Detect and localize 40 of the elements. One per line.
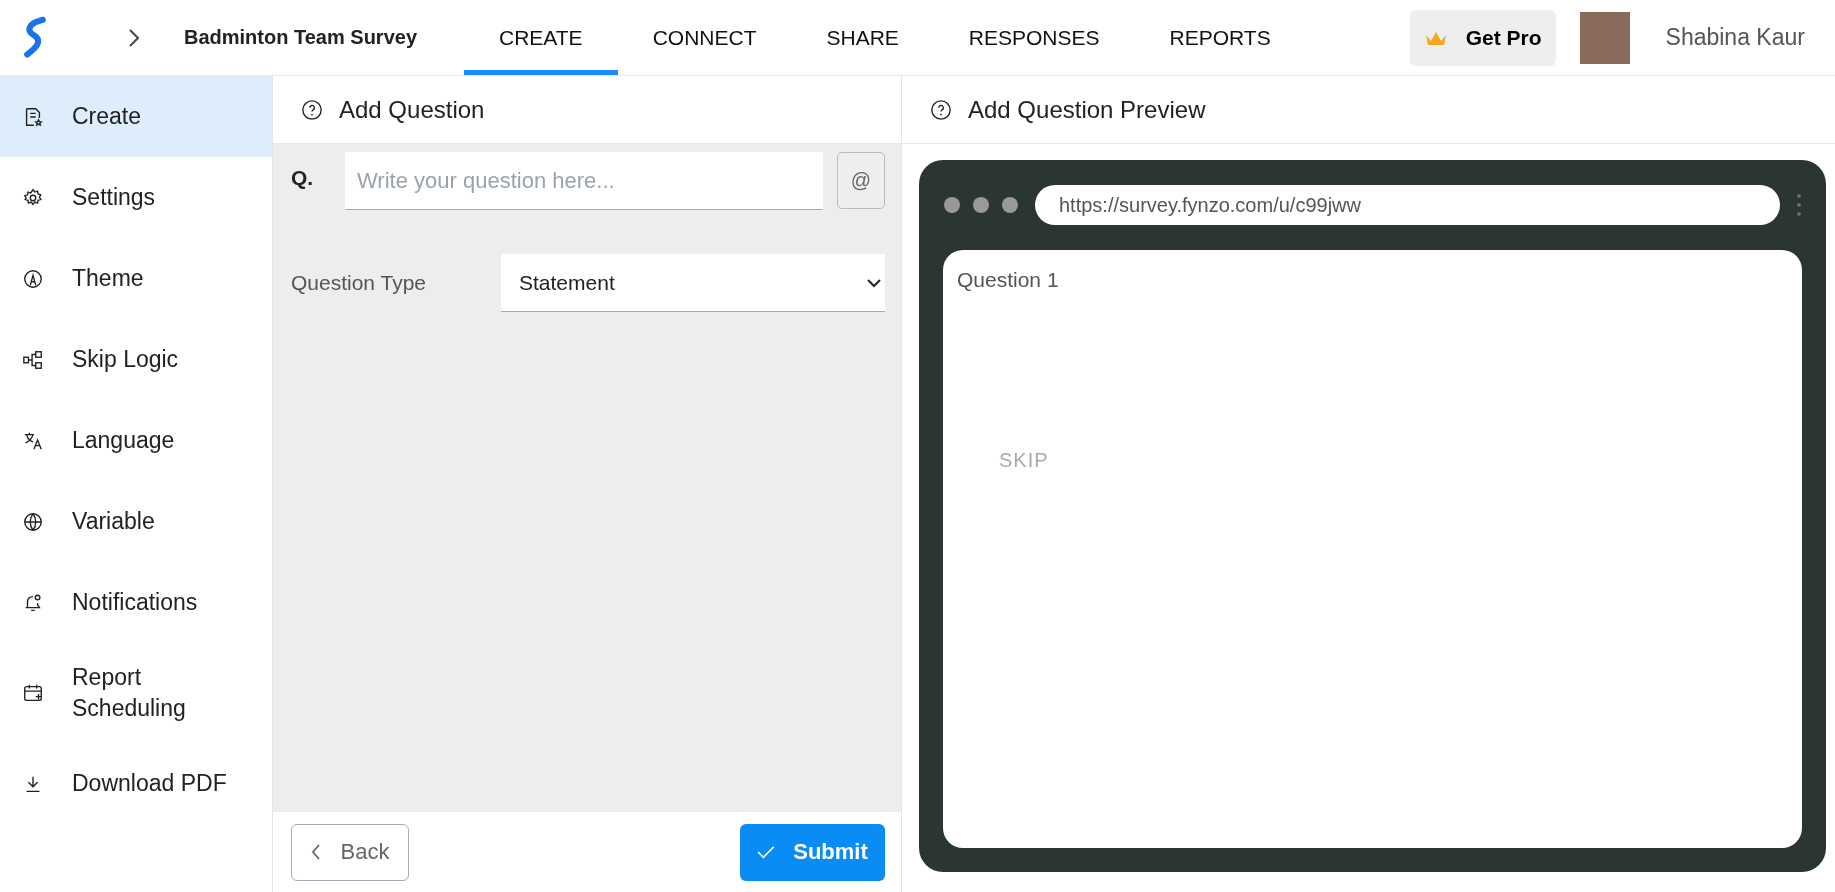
sidebar-item[interactable]: Skip Logic xyxy=(0,319,272,400)
back-button[interactable]: Back xyxy=(291,823,409,881)
mention-button[interactable]: @ xyxy=(837,152,885,209)
panel-title: Add Question Preview xyxy=(968,95,1206,124)
nav-tab[interactable]: CONNECT xyxy=(617,0,792,75)
logo-icon[interactable] xyxy=(22,14,48,61)
question-number: Question 1 xyxy=(957,268,1059,292)
nav-tab[interactable]: RESPONSES xyxy=(933,0,1135,75)
window-dots-icon xyxy=(943,196,1019,214)
chevron-left-icon xyxy=(310,844,321,860)
flowchart-icon xyxy=(22,348,44,371)
question-label: Q. xyxy=(291,165,315,190)
avatar-photo-placeholder[interactable] xyxy=(1579,11,1630,64)
survey-title: Badminton Team Survey xyxy=(184,26,419,49)
chevron-down-icon xyxy=(867,277,881,288)
sidebar-item[interactable]: Language xyxy=(0,400,272,481)
sidebar-item[interactable]: Variable xyxy=(0,481,272,562)
sidebar-item[interactable]: Settings xyxy=(0,157,272,238)
sidebar-item[interactable]: Create xyxy=(0,76,272,157)
sidebar-item[interactable]: Download PDF xyxy=(0,743,272,824)
more-vertical-icon xyxy=(1796,193,1802,217)
sidebar-item[interactable]: Report Scheduling xyxy=(0,643,272,743)
question-type-dropdown[interactable]: Statement xyxy=(501,254,885,312)
pen-circle-icon xyxy=(22,267,44,290)
calendar-plus-icon xyxy=(22,682,44,704)
globe-icon xyxy=(22,510,44,533)
question-type-label: Question Type xyxy=(291,271,428,295)
sidebar-item[interactable]: Notifications xyxy=(0,562,272,643)
chevron-right-icon[interactable] xyxy=(128,27,140,48)
nav-tab[interactable]: REPORTS xyxy=(1134,0,1306,75)
user-name[interactable]: Shabina Kaur xyxy=(1665,24,1805,51)
help-icon xyxy=(301,98,323,121)
help-icon xyxy=(930,98,952,121)
nav-tab[interactable]: SHARE xyxy=(791,0,934,75)
url-bar: https://survey.fynzo.com/u/c99jww xyxy=(1035,185,1780,225)
sidebar-item[interactable]: Theme xyxy=(0,238,272,319)
check-icon xyxy=(757,845,776,859)
panel-title: Add Question xyxy=(339,95,485,124)
question-input[interactable]: Write your question here... xyxy=(345,152,823,210)
get-pro-button[interactable]: Get Pro xyxy=(1409,9,1556,66)
